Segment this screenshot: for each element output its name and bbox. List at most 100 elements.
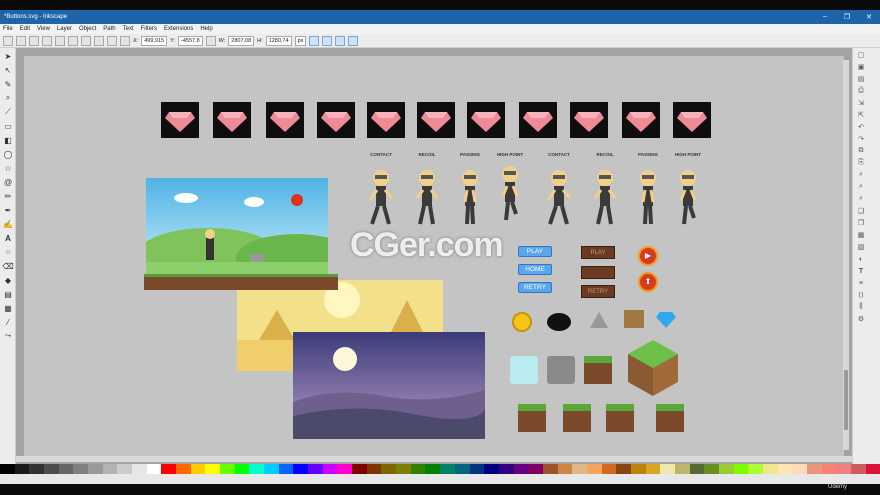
import-icon[interactable]: ⇲ <box>856 98 866 108</box>
palette-swatch[interactable] <box>396 464 411 474</box>
palette-swatch[interactable] <box>29 464 45 474</box>
gradient-tool-icon[interactable]: ▤ <box>2 288 14 300</box>
selector-tool-icon[interactable]: ➤ <box>2 50 14 62</box>
play-round-icon[interactable]: ▶ <box>638 246 658 266</box>
wood-retry-button[interactable]: RETRY <box>581 285 615 298</box>
zoom-page-icon[interactable]: ⌕ <box>856 194 866 204</box>
palette-swatch[interactable] <box>14 464 30 474</box>
align-icon[interactable]: ⫼ <box>856 302 866 312</box>
retry-button[interactable]: RETRY <box>518 282 552 293</box>
palette-swatch[interactable] <box>205 464 221 474</box>
palette-swatch[interactable] <box>469 464 485 474</box>
lower-icon[interactable] <box>107 35 117 46</box>
redo-icon[interactable]: ↷ <box>856 134 866 144</box>
wood-play-button[interactable]: PLAY <box>581 246 615 259</box>
lock-icon[interactable] <box>205 35 216 46</box>
palette-swatch[interactable] <box>146 464 162 474</box>
palette-swatch[interactable] <box>352 464 367 474</box>
spray-tool-icon[interactable]: ⁘ <box>2 246 14 258</box>
palette-swatch[interactable] <box>73 464 89 474</box>
palette-swatch[interactable] <box>337 464 353 474</box>
select-all-layers-icon[interactable] <box>16 35 26 46</box>
maximize-button[interactable]: ❐ <box>836 13 858 21</box>
palette-swatch[interactable] <box>132 464 147 474</box>
menu-help[interactable]: Help <box>200 26 212 32</box>
connector-tool-icon[interactable]: ⤳ <box>2 330 14 342</box>
transform-patterns-icon[interactable] <box>348 35 359 46</box>
palette-swatch[interactable] <box>865 464 880 474</box>
palette-swatch[interactable] <box>117 464 133 474</box>
palette-swatch[interactable] <box>88 464 103 474</box>
pencil-tool-icon[interactable]: ✏ <box>2 190 14 202</box>
minimize-button[interactable]: – <box>814 13 836 21</box>
palette-swatch[interactable] <box>806 464 822 474</box>
mesh-tool-icon[interactable]: ▦ <box>2 302 14 314</box>
up-round-icon[interactable]: ⬆ <box>638 272 658 292</box>
palette-swatch[interactable] <box>176 464 191 474</box>
new-document-icon[interactable]: ▢ <box>856 50 866 60</box>
palette-swatch[interactable] <box>762 464 778 474</box>
pen-tool-icon[interactable]: ✒ <box>2 204 14 216</box>
export-icon[interactable]: ⇱ <box>856 110 866 120</box>
flip-v-icon[interactable] <box>81 35 91 46</box>
box3d-tool-icon[interactable]: ◧ <box>2 134 14 146</box>
open-icon[interactable]: ▣ <box>856 62 866 72</box>
palette-swatch[interactable] <box>557 464 573 474</box>
palette-swatch[interactable] <box>836 464 851 474</box>
copy-icon[interactable]: ⧉ <box>856 146 866 156</box>
palette-swatch[interactable] <box>425 464 441 474</box>
spiral-tool-icon[interactable]: @ <box>2 176 14 188</box>
palette-swatch[interactable] <box>161 464 177 474</box>
flip-h-icon[interactable] <box>68 35 78 46</box>
rotate-ccw-icon[interactable] <box>42 35 52 46</box>
w-field[interactable]: 2807,08 <box>228 35 255 46</box>
menu-edit[interactable]: Edit <box>20 26 30 32</box>
palette-swatch[interactable] <box>366 464 382 474</box>
zoom-drawing-icon[interactable]: ⌕ <box>856 182 866 192</box>
wood-blank-button[interactable] <box>581 266 615 279</box>
close-button[interactable]: ✕ <box>858 13 880 21</box>
palette-swatch[interactable] <box>498 464 514 474</box>
menu-path[interactable]: Path <box>103 26 115 32</box>
palette-swatch[interactable] <box>645 464 661 474</box>
star-tool-icon[interactable]: ☆ <box>2 162 14 174</box>
color-palette[interactable] <box>0 464 880 474</box>
palette-swatch[interactable] <box>748 464 763 474</box>
menu-object[interactable]: Object <box>79 26 96 32</box>
vertical-scroll-thumb[interactable] <box>844 370 848 430</box>
palette-swatch[interactable] <box>850 464 866 474</box>
menu-text[interactable]: Text <box>123 26 134 32</box>
fill-stroke-icon[interactable]: ◐ <box>856 254 866 264</box>
clone-icon[interactable]: ❐ <box>856 218 866 228</box>
palette-swatch[interactable] <box>674 464 690 474</box>
preferences-icon[interactable]: ⚙ <box>856 314 866 324</box>
horizontal-scrollbar[interactable] <box>16 456 852 462</box>
menu-layer[interactable]: Layer <box>57 26 72 32</box>
bucket-tool-icon[interactable]: ◆ <box>2 274 14 286</box>
paste-icon[interactable]: ⎘ <box>856 158 866 168</box>
print-icon[interactable]: ⎙ <box>856 86 866 96</box>
zoom-selection-icon[interactable]: ⌕ <box>856 170 866 180</box>
palette-swatch[interactable] <box>513 464 529 474</box>
tweak-tool-icon[interactable]: ✎ <box>2 78 14 90</box>
palette-swatch[interactable] <box>777 464 793 474</box>
rect-tool-icon[interactable]: ▭ <box>2 120 14 132</box>
palette-swatch[interactable] <box>733 464 749 474</box>
menu-file[interactable]: File <box>3 26 13 32</box>
node-tool-icon[interactable]: ↖ <box>2 64 14 76</box>
raise-top-icon[interactable] <box>120 35 130 46</box>
unit-select[interactable]: px <box>294 35 307 46</box>
palette-swatch[interactable] <box>44 464 59 474</box>
eraser-tool-icon[interactable]: ⌫ <box>2 260 14 272</box>
scale-corners-icon[interactable] <box>322 35 333 46</box>
undo-icon[interactable]: ↶ <box>856 122 866 132</box>
group-icon[interactable]: ▦ <box>856 230 866 240</box>
palette-swatch[interactable] <box>528 464 543 474</box>
calligraphy-tool-icon[interactable]: ✍ <box>2 218 14 230</box>
palette-swatch[interactable] <box>234 464 250 474</box>
palette-swatch[interactable] <box>704 464 719 474</box>
transform-gradients-icon[interactable] <box>335 35 346 46</box>
save-icon[interactable]: ▤ <box>856 74 866 84</box>
layers-icon[interactable]: ≡ <box>856 278 866 288</box>
zoom-tool-icon[interactable]: ⌕ <box>2 92 14 104</box>
